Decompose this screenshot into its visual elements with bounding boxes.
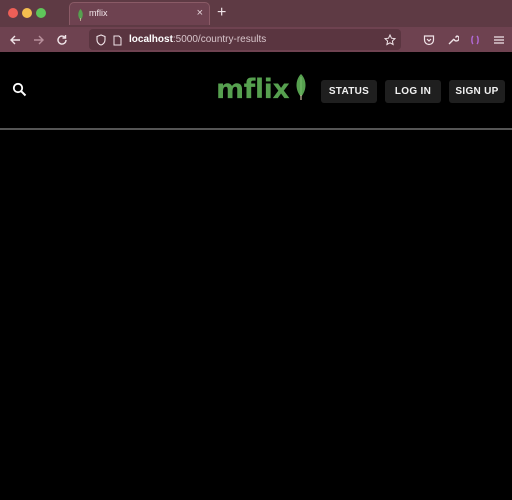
new-tab-button[interactable]: + (217, 2, 226, 24)
window-close-button[interactable] (8, 8, 18, 18)
reload-icon[interactable] (54, 32, 70, 48)
pocket-icon[interactable] (421, 32, 437, 48)
logo-text: mflix (216, 74, 290, 105)
app-header: mflix STATUS LOG IN SIGN UP (0, 52, 512, 130)
url-host: localhost (129, 34, 173, 45)
page-content: mflix STATUS LOG IN SIGN UP (0, 52, 512, 500)
status-button[interactable]: STATUS (321, 80, 377, 103)
wrench-icon[interactable] (445, 32, 461, 48)
back-icon[interactable] (7, 32, 23, 48)
shield-icon[interactable] (93, 32, 109, 48)
leaf-icon (294, 74, 308, 105)
search-icon[interactable] (12, 82, 28, 103)
url-bar[interactable]: localhost:5000/country-results (89, 29, 401, 50)
url-path: :5000/country-results (172, 34, 267, 45)
browser-toolbar: localhost:5000/country-results (0, 27, 512, 52)
url-text[interactable]: localhost:5000/country-results (129, 34, 266, 45)
leaf-favicon-icon (77, 8, 84, 26)
page-icon[interactable] (109, 32, 125, 48)
browser-tabbar: mflix × + (0, 0, 512, 27)
browser-tab[interactable]: mflix × (69, 2, 210, 25)
window-maximize-button[interactable] (36, 8, 46, 18)
extension-icon[interactable] (467, 32, 483, 48)
tab-title: mflix (89, 8, 108, 18)
window-minimize-button[interactable] (22, 8, 32, 18)
tab-close-button[interactable]: × (197, 6, 203, 20)
signup-button[interactable]: SIGN UP (449, 80, 505, 103)
login-button[interactable]: LOG IN (385, 80, 441, 103)
bookmark-star-icon[interactable] (382, 32, 398, 48)
forward-icon[interactable] (31, 32, 47, 48)
mflix-logo[interactable]: mflix (216, 74, 308, 105)
menu-icon[interactable] (491, 32, 507, 48)
